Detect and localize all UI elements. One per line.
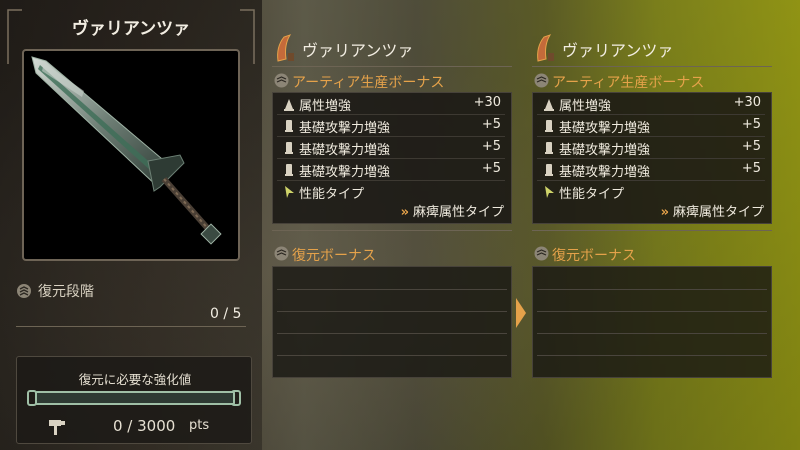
bonus-label: 性能タイプ <box>299 187 365 202</box>
divider <box>272 230 512 231</box>
bonus-value: +5 <box>481 117 501 132</box>
performance-type-icon <box>545 186 554 198</box>
restore-bonus-list <box>272 266 512 378</box>
panel-header: ヴァリアンツァ <box>532 33 772 63</box>
restore-bonus-title: 復元ボーナス <box>292 248 376 264</box>
bonus-panel-preview: ヴァリアンツァ アーティア生産ボーナス 属性増強 +30 基礎攻撃力増強 +5 … <box>532 0 772 450</box>
requirement-gauge <box>35 391 235 405</box>
greatsword-type-icon <box>537 34 554 62</box>
performance-type-icon <box>285 186 294 198</box>
greatsword-image <box>31 56 222 245</box>
attack-boost-icon <box>545 164 553 176</box>
performance-type-value: » 麻痺属性タイプ <box>401 201 504 220</box>
bonus-value: +30 <box>733 95 761 110</box>
restore-stage-label: 復元段階 <box>38 284 94 300</box>
attack-boost-icon <box>285 142 293 154</box>
requirement-title: 復元に必要な強化値 <box>78 372 192 387</box>
restore-bonus-list <box>532 266 772 378</box>
bonus-section-icon <box>534 73 549 88</box>
list-item: 属性増強 +30 <box>533 93 771 115</box>
chevron-right-icon: » <box>400 205 409 220</box>
production-bonus-title: アーティア生産ボーナス <box>292 75 445 91</box>
attack-boost-icon <box>545 142 553 154</box>
bonus-value: +5 <box>741 117 761 132</box>
bonus-label: 基礎攻撃力増強 <box>299 143 391 158</box>
requirement-box: 復元に必要な強化値 0 / 3000 pts <box>16 356 252 444</box>
greatsword-type-icon <box>277 34 294 62</box>
type-value-text: 麻痺属性タイプ <box>412 205 504 220</box>
bonus-value: +5 <box>741 161 761 176</box>
restore-bonus-title: 復元ボーナス <box>552 248 636 264</box>
restore-stage-count: 0 / 5 <box>210 306 242 322</box>
restore-bonus-header: 復元ボーナス <box>532 244 772 264</box>
panel-weapon-name: ヴァリアンツァ <box>302 41 414 60</box>
production-bonus-title: アーティア生産ボーナス <box>552 75 705 91</box>
attack-boost-icon <box>285 164 293 176</box>
type-value-text: 麻痺属性タイプ <box>672 205 764 220</box>
bonus-section-icon <box>274 73 289 88</box>
panel-weapon-name: ヴァリアンツァ <box>562 41 674 60</box>
divider <box>532 230 772 231</box>
bonus-label: 基礎攻撃力増強 <box>559 121 651 136</box>
bonus-label: 属性増強 <box>559 99 612 114</box>
bonus-panel-current: ヴァリアンツァ アーティア生産ボーナス 属性増強 +30 基礎攻撃力増強 +5 … <box>272 0 512 450</box>
restore-stage-row: 復元段階 <box>16 281 260 303</box>
list-item: 性能タイプ <box>273 181 511 203</box>
list-item: 基礎攻撃力増強 +5 <box>273 159 511 181</box>
chevron-right-icon: » <box>660 205 669 220</box>
list-item: 基礎攻撃力増強 +5 <box>273 137 511 159</box>
bonus-value: +5 <box>481 139 501 154</box>
list-item: 属性増強 +30 <box>273 93 511 115</box>
list-item: 性能タイプ <box>533 181 771 203</box>
divider <box>272 66 512 67</box>
bonus-value: +5 <box>741 139 761 154</box>
list-item: 基礎攻撃力増強 +5 <box>533 159 771 181</box>
production-bonus-header: アーティア生産ボーナス <box>272 71 512 91</box>
bonus-label: 性能タイプ <box>559 187 625 202</box>
bonus-value: +5 <box>481 161 501 176</box>
restore-bonus-header: 復元ボーナス <box>272 244 512 264</box>
production-bonus-header: アーティア生産ボーナス <box>532 71 772 91</box>
arrow-right-icon <box>516 298 526 328</box>
weapon-title: ヴァリアンツァ <box>71 19 191 39</box>
bonus-value: +30 <box>473 95 501 110</box>
divider <box>16 326 246 327</box>
list-item: 基礎攻撃力増強 +5 <box>533 115 771 137</box>
points-row: 0 / 3000 pts <box>17 417 253 437</box>
bonus-label: 基礎攻撃力増強 <box>299 165 391 180</box>
bonus-label: 基礎攻撃力増強 <box>299 121 391 136</box>
element-boost-icon <box>544 99 554 111</box>
restore-stage-icon <box>17 284 31 298</box>
points-value: 0 / 3000 <box>113 417 176 435</box>
attack-boost-icon <box>285 120 293 132</box>
points-unit: pts <box>189 418 210 433</box>
list-item: 基礎攻撃力増強 +5 <box>273 115 511 137</box>
panel-header: ヴァリアンツァ <box>272 33 512 63</box>
performance-type-value: » 麻痺属性タイプ <box>661 201 764 220</box>
list-item: 基礎攻撃力増強 +5 <box>533 137 771 159</box>
weapon-info-column: ヴァリアンツァ 復元段階 0 / 5 復元に必要な強化値 0 / 3000 pt… <box>0 0 262 450</box>
weapon-image-frame <box>22 49 240 261</box>
divider <box>532 66 772 67</box>
bonus-label: 基礎攻撃力増強 <box>559 165 651 180</box>
hammer-icon <box>49 420 65 435</box>
attack-boost-icon <box>545 120 553 132</box>
bonus-label: 属性増強 <box>299 99 352 114</box>
bonus-label: 基礎攻撃力増強 <box>559 143 651 158</box>
bonus-section-icon <box>534 246 549 261</box>
bonus-section-icon <box>274 246 289 261</box>
element-boost-icon <box>284 99 294 111</box>
